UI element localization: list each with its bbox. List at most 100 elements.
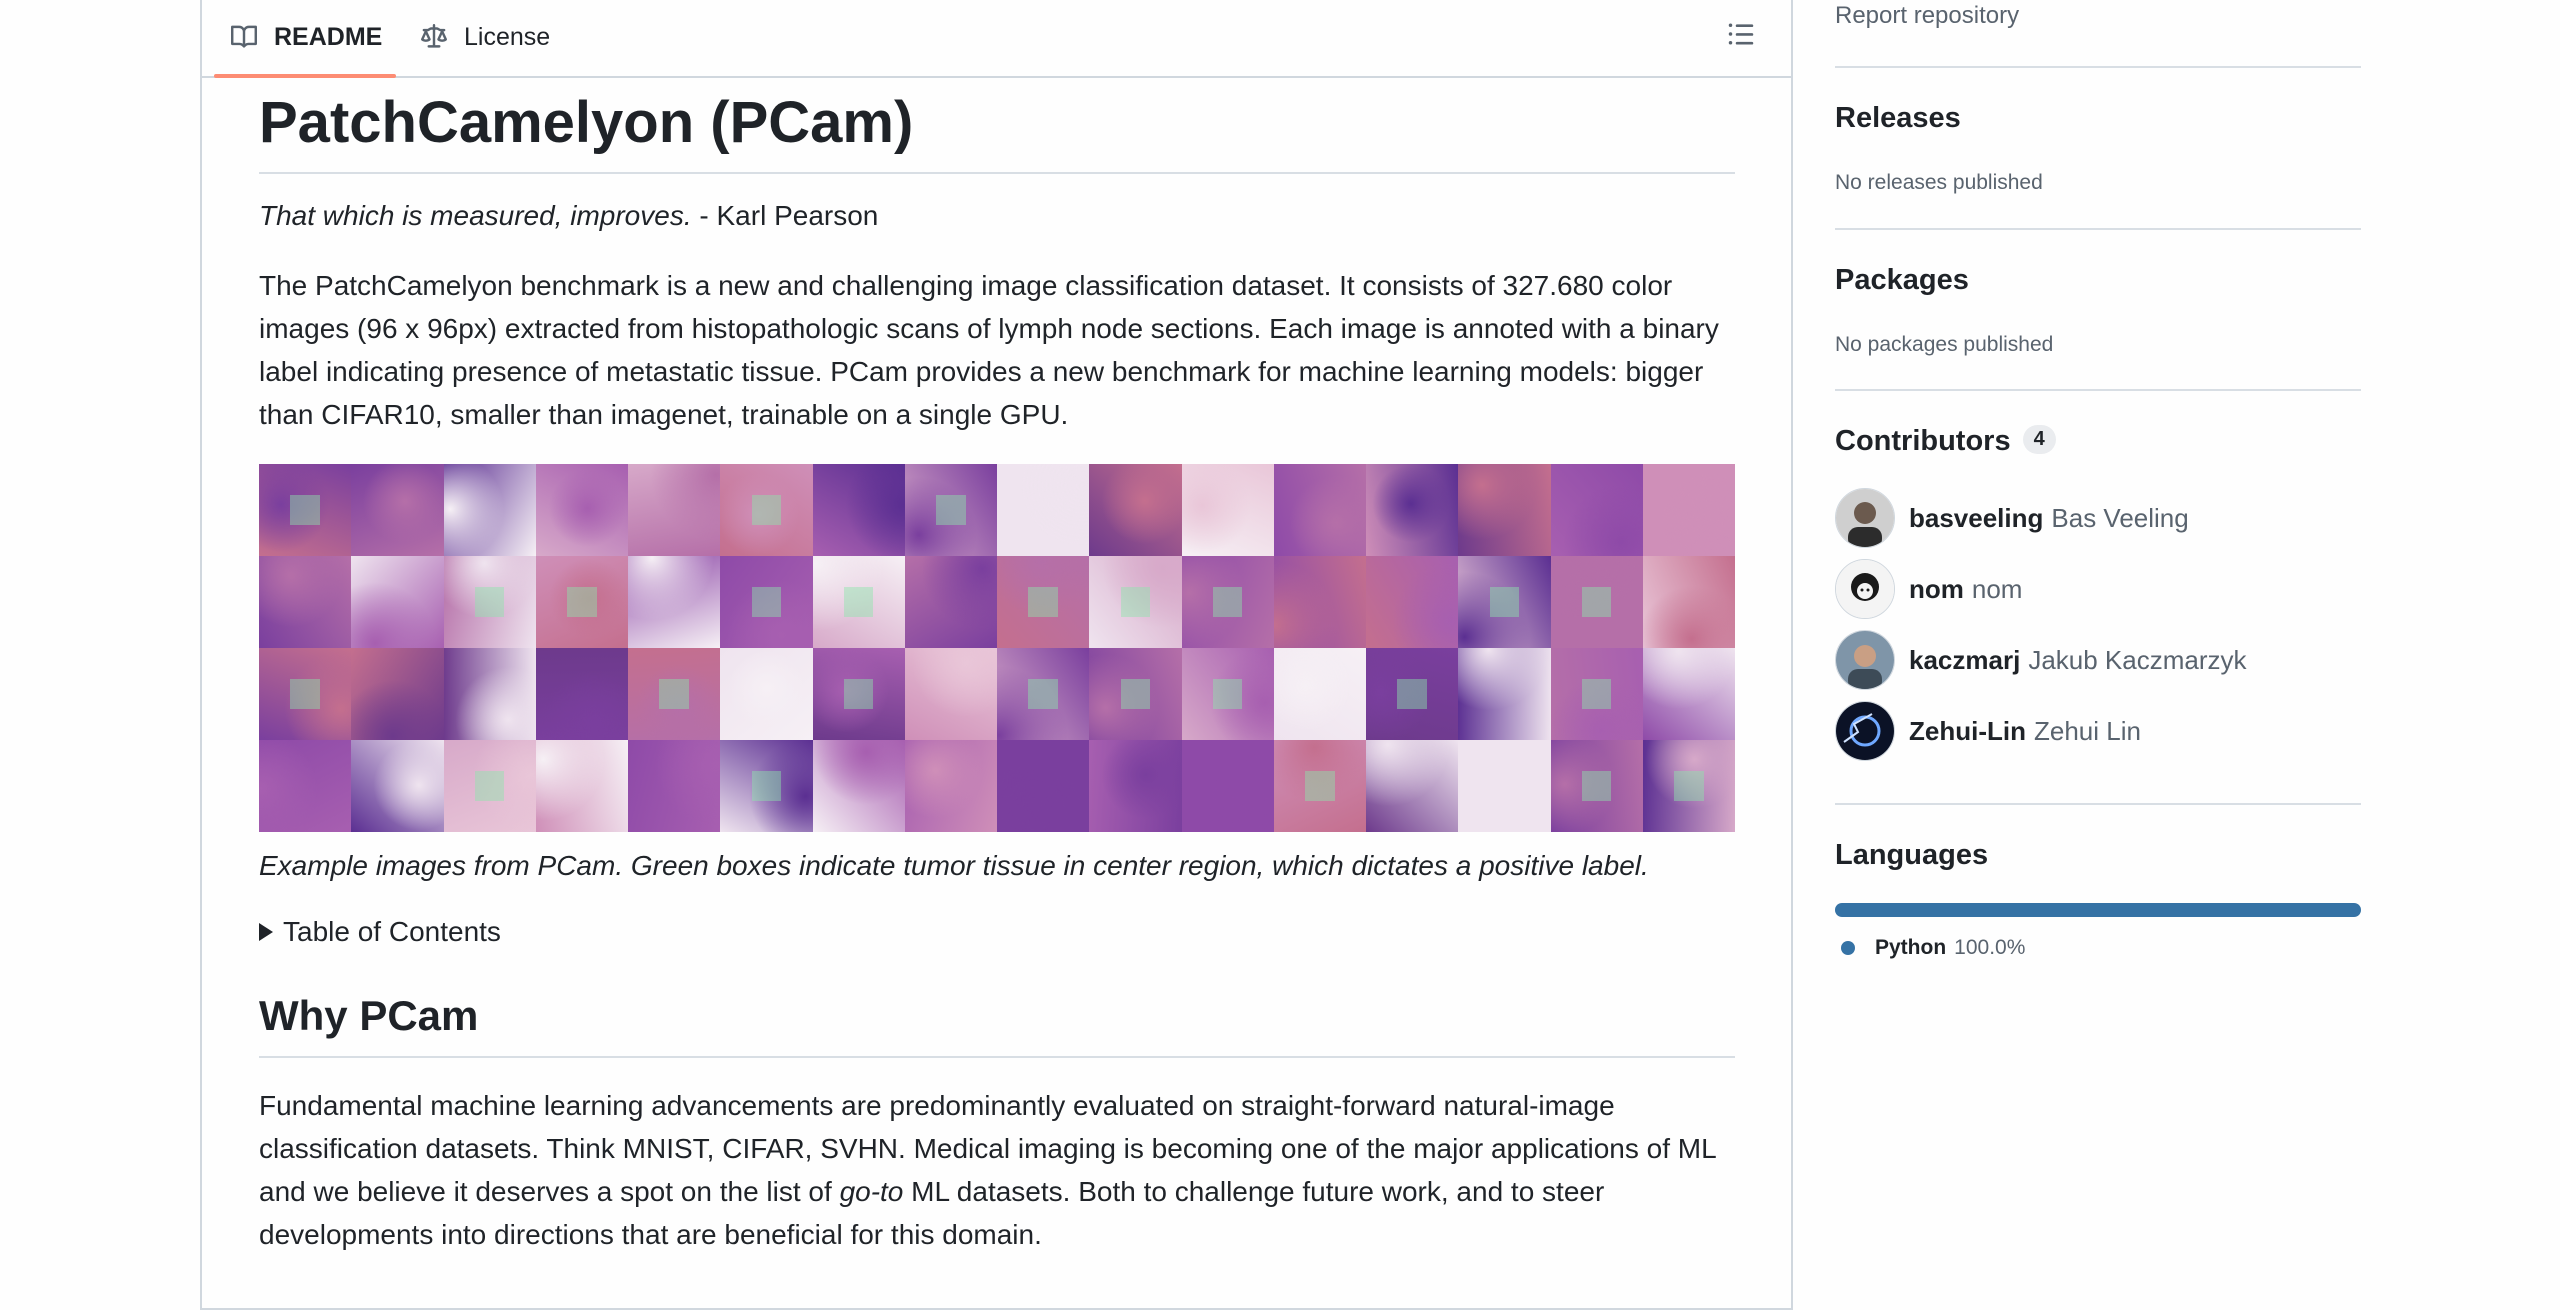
histology-tile: [1550, 556, 1643, 648]
avatar: [1835, 701, 1895, 761]
histology-tile: [1550, 740, 1643, 832]
language-color-dot: [1841, 941, 1855, 955]
divider: [1835, 66, 2361, 68]
contributor-item[interactable]: Zehui-Lin Zehui Lin: [1835, 701, 2141, 761]
histology-tile: [997, 556, 1090, 648]
avatar: [1835, 488, 1895, 548]
histology-tile: [259, 464, 352, 556]
tab-license-label: License: [464, 22, 551, 51]
language-name: Python: [1875, 936, 1947, 959]
histology-tile: [1458, 556, 1551, 648]
histology-tile: [812, 556, 905, 648]
divider: [1835, 228, 2361, 230]
language-item-python[interactable]: Python 100.0%: [1841, 936, 2025, 960]
histology-tile: [1458, 740, 1551, 832]
histology-tile: [1273, 556, 1366, 648]
contributor-login: Zehui-Lin: [1909, 715, 2026, 746]
histology-tile: [904, 740, 997, 832]
histology-tile: [1273, 648, 1366, 740]
toc-label: Table of Contents: [283, 916, 501, 947]
contributor-login: basveeling: [1909, 502, 2044, 533]
why-text-em: go-to: [839, 1176, 904, 1207]
quote-author: - Karl Pearson: [691, 200, 879, 231]
histology-tile: [1458, 648, 1551, 740]
histology-tile: [628, 464, 721, 556]
table-of-contents-toggle[interactable]: Table of Contents: [259, 916, 1735, 948]
contributor-name: Bas Veeling: [2051, 502, 2189, 533]
intro-paragraph: The PatchCamelyon benchmark is a new and…: [259, 270, 1719, 430]
contributor-item[interactable]: basveeling Bas Veeling: [1835, 488, 2189, 548]
histology-tile: [351, 740, 444, 832]
histology-tile: [720, 740, 813, 832]
histology-tile: [259, 648, 352, 740]
histology-tile: [351, 648, 444, 740]
tab-license[interactable]: License: [420, 0, 550, 76]
image-caption: Example images from PCam. Green boxes in…: [259, 850, 1649, 881]
outline-toggle-button[interactable]: [1725, 20, 1757, 52]
histology-tile: [1181, 556, 1274, 648]
report-repository-link[interactable]: Report repository: [1835, 2, 2019, 30]
packages-heading[interactable]: Packages: [1835, 264, 1969, 297]
quote: That which is measured, improves. - Karl…: [259, 196, 1735, 236]
histology-tile: [997, 740, 1090, 832]
histology-tile: [904, 648, 997, 740]
contributors-heading-label: Contributors: [1835, 425, 2011, 457]
histology-tile: [997, 648, 1090, 740]
contributor-item[interactable]: kaczmarj Jakub Kaczmarzyk: [1835, 630, 2247, 690]
packages-text: No packages published: [1835, 333, 2054, 356]
histology-tile: [1366, 648, 1459, 740]
why-pcam-paragraph: Fundamental machine learning advancement…: [259, 1084, 1735, 1256]
histology-tile: [1273, 740, 1366, 832]
histology-tile: [259, 740, 352, 832]
histology-tile: [1550, 464, 1643, 556]
contributor-name: nom: [1971, 573, 2023, 604]
readme-content: PatchCamelyon (PCam) That which is measu…: [259, 78, 1735, 1256]
releases-heading[interactable]: Releases: [1835, 102, 1961, 135]
book-icon: [230, 24, 258, 50]
contributors-heading[interactable]: Contributors 4: [1835, 424, 2056, 458]
histology-tile: [628, 740, 721, 832]
histology-tile: [628, 648, 721, 740]
histology-tile: [1642, 648, 1735, 740]
tab-readme-label: README: [274, 22, 383, 51]
histology-tile: [1550, 648, 1643, 740]
why-pcam-heading: Why PCam: [259, 986, 1735, 1058]
contributor-item[interactable]: nom nom: [1835, 559, 2022, 619]
histology-tile: [997, 464, 1090, 556]
histology-tile: [351, 556, 444, 648]
quote-text: That which is measured, improves.: [259, 200, 692, 231]
contributor-login: nom: [1909, 573, 1964, 604]
histology-tile: [812, 740, 905, 832]
tab-readme[interactable]: README: [213, 0, 397, 78]
histology-tile: [259, 556, 352, 648]
contributor-name: Jakub Kaczmarzyk: [2028, 644, 2247, 675]
language-percent: 100.0%: [1954, 936, 2026, 959]
histology-tile: [720, 464, 813, 556]
histology-tile: [904, 464, 997, 556]
histology-tile: [720, 556, 813, 648]
histology-tile: [1089, 556, 1182, 648]
histology-tile: [1089, 740, 1182, 832]
histology-tile: [1642, 464, 1735, 556]
histology-tile: [443, 556, 536, 648]
readme-title: PatchCamelyon (PCam): [259, 78, 1735, 174]
divider: [1835, 803, 2361, 805]
list-unordered-icon: [1727, 20, 1755, 53]
histology-tile: [1089, 648, 1182, 740]
histology-tile: [351, 464, 444, 556]
histology-tile: [1366, 740, 1459, 832]
language-bar: [1835, 903, 2361, 917]
histology-tile: [1642, 740, 1735, 832]
law-scale-icon: [420, 24, 448, 50]
avatar: [1835, 559, 1895, 619]
histology-tile: [1273, 464, 1366, 556]
avatar: [1835, 630, 1895, 690]
histology-tile: [904, 556, 997, 648]
contributor-login: kaczmarj: [1909, 644, 2021, 675]
example-images-mosaic: [259, 464, 1735, 832]
histology-tile: [1181, 464, 1274, 556]
histology-tile: [535, 556, 628, 648]
readme-panel: README License PatchCamelyon (PCam) That…: [200, 0, 1793, 1310]
releases-text: No releases published: [1835, 171, 2043, 194]
histology-tile: [535, 648, 628, 740]
